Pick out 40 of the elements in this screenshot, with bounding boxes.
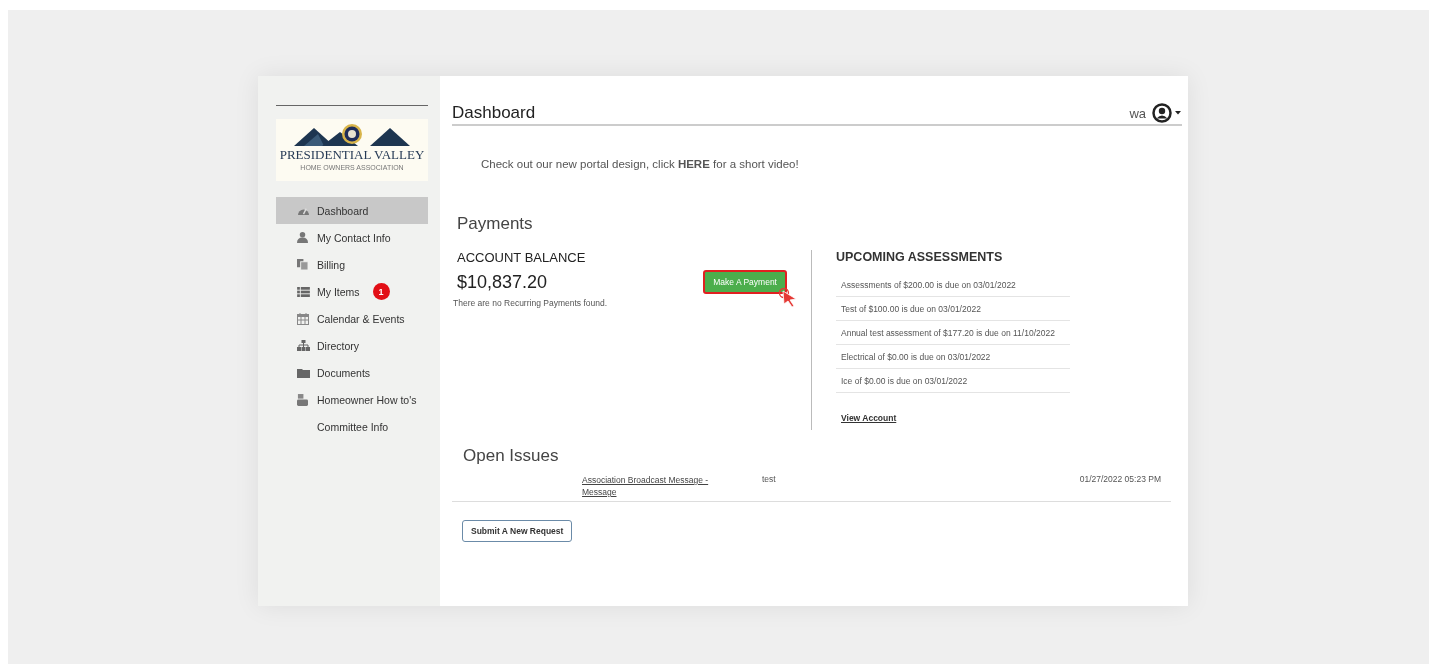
submit-request-button[interactable]: Submit A New Request	[462, 520, 573, 542]
balance-amount: $10,837.20	[457, 271, 548, 293]
recurring-note: There are no Recurring Payments found.	[453, 298, 609, 308]
sidebar-item[interactable]: Documents	[276, 359, 428, 386]
page-title: Dashboard	[452, 103, 536, 123]
balance-label: ACCOUNT BALANCE	[457, 250, 587, 265]
issue-description: test	[762, 474, 776, 484]
sidebar-item[interactable]: Billing	[276, 251, 428, 278]
section-title: Open Issues	[463, 446, 560, 466]
assessment-row: Assessments of $200.00 is due on 03/01/2022	[836, 273, 1070, 297]
calendar-icon	[297, 312, 309, 325]
folder-icon	[297, 367, 310, 378]
assessment-row: Test of $100.00 is due on 03/01/2022	[836, 297, 1070, 321]
assessment-row: Electrical of $0.00 is due on 03/01/2022	[836, 345, 1070, 369]
user-menu-icon[interactable]	[1152, 103, 1182, 123]
sidebar-item[interactable]: Dashboard	[276, 197, 428, 224]
issue-link[interactable]: Association Broadcast Message - Message	[582, 474, 717, 498]
sidebar-item[interactable]: Calendar & Events	[276, 305, 428, 332]
user-name: wa	[1129, 105, 1146, 121]
logo-title: PRESIDENTIAL VALLEY	[279, 147, 425, 163]
video-icon	[297, 393, 308, 406]
sidebar-item[interactable]: Committee Info	[276, 413, 428, 440]
sidebar-item[interactable]: Directory	[276, 332, 428, 359]
list-icon	[297, 286, 310, 297]
announcement-text: Check out our new portal design, click HERE for a short video!	[481, 158, 800, 172]
view-account-link[interactable]: View Account	[841, 413, 897, 423]
count-badge: 1	[372, 283, 390, 300]
section-title: Payments	[457, 214, 534, 234]
user-icon	[297, 232, 308, 243]
sidebar-item[interactable]: My Contact Info	[276, 224, 428, 251]
copy-icon	[297, 259, 308, 270]
cursor-icon	[779, 288, 799, 308]
issue-date: 01/27/2022 05:23 PM	[1079, 474, 1161, 484]
assessment-row: Annual test assessment of $177.20 is due on 11/10/2022	[836, 321, 1070, 345]
assessments-title: UPCOMING ASSESSMENTS	[836, 250, 1004, 264]
sidebar-item[interactable]: Homeowner How to's	[276, 386, 428, 413]
sidebar-item[interactable]: My Items 1	[276, 278, 428, 305]
assessment-row: Ice of $0.00 is due on 03/01/2022	[836, 369, 1070, 393]
sitemap-icon	[297, 340, 310, 351]
mountains-logo-icon	[292, 123, 412, 147]
